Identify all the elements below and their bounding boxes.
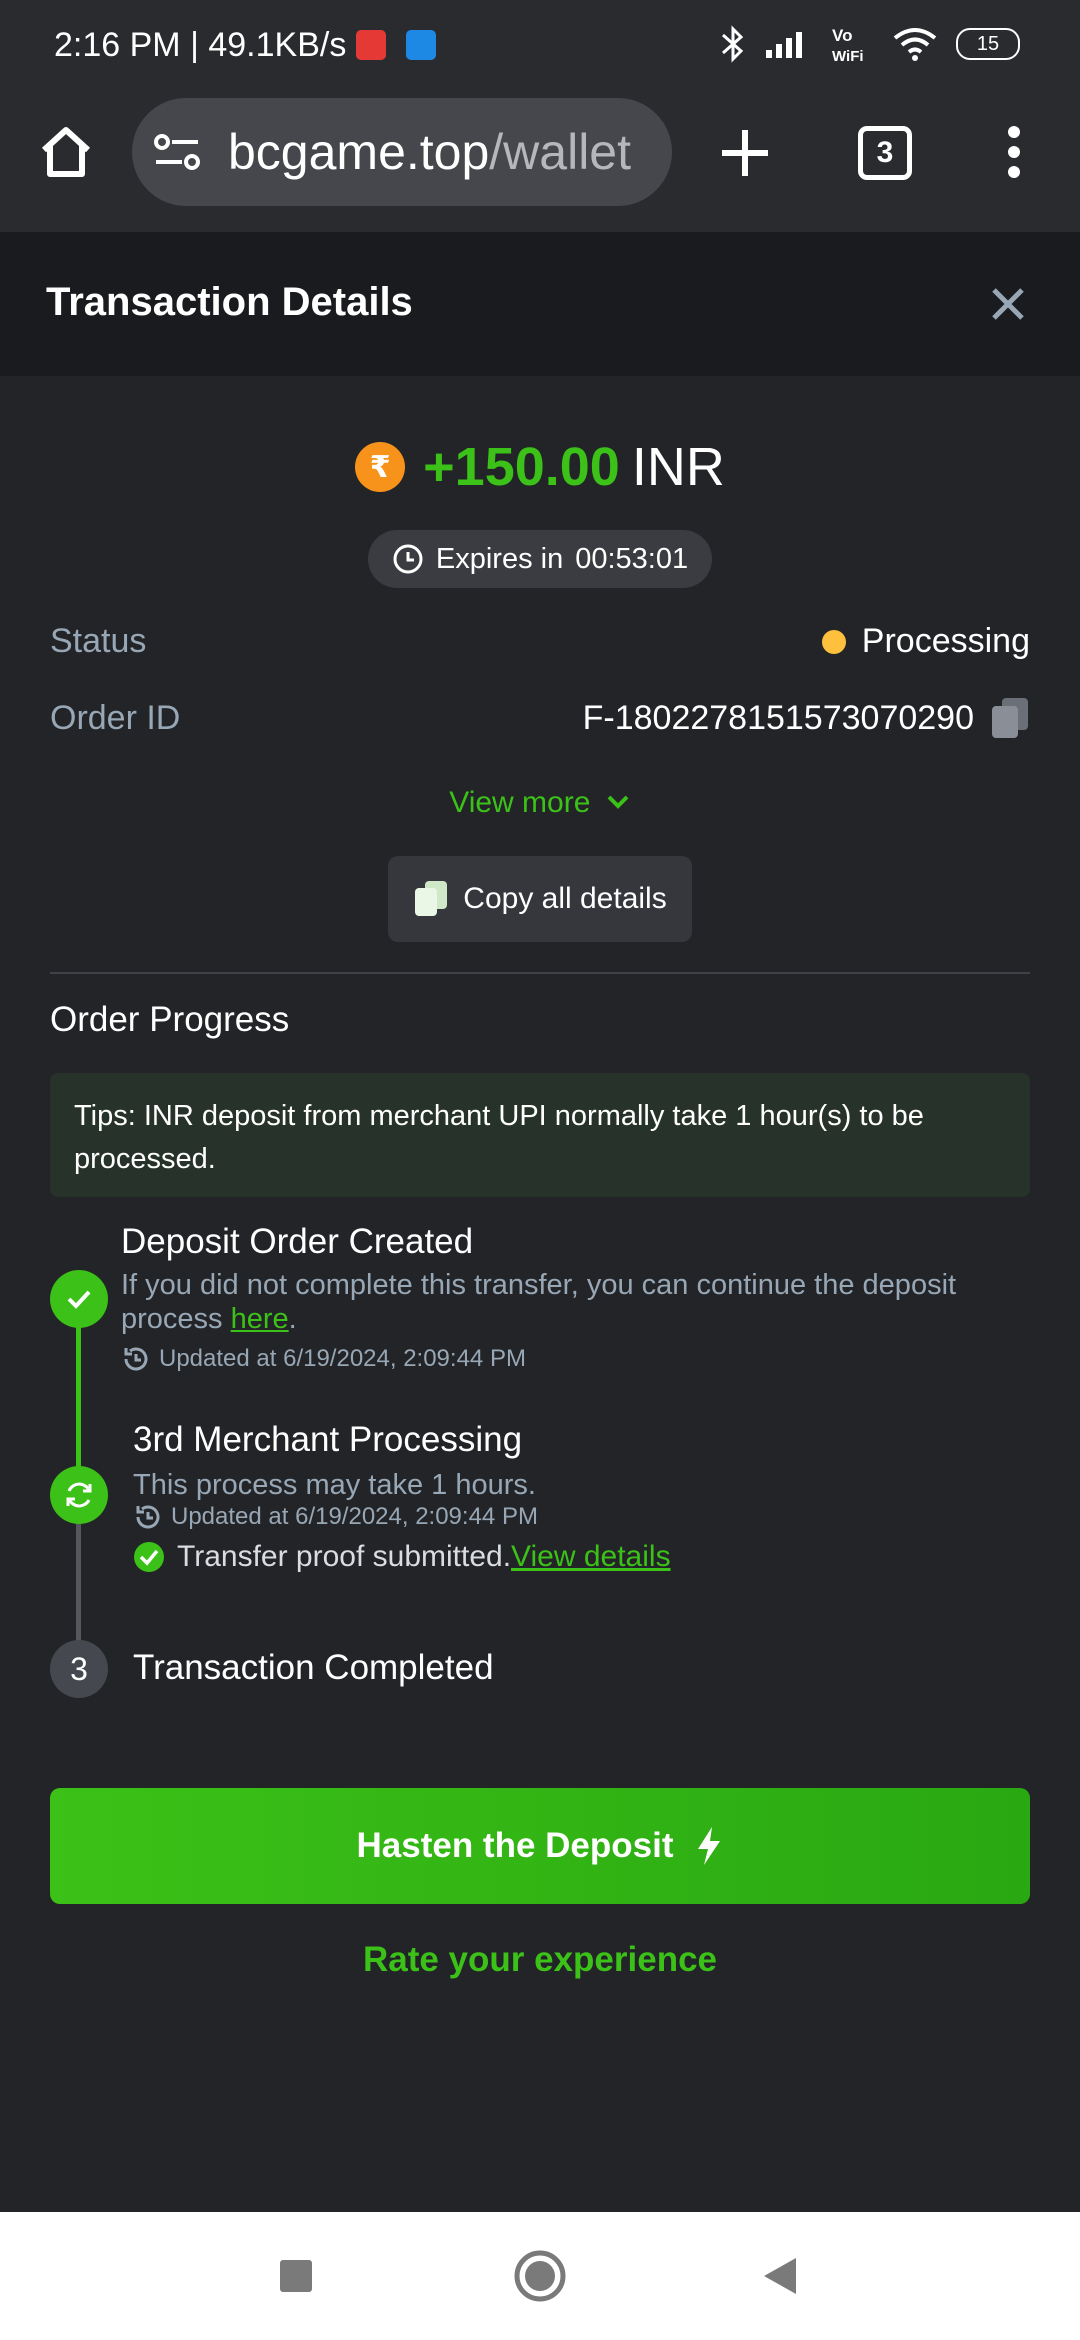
- close-icon[interactable]: [980, 276, 1036, 332]
- step-2-updated-text: Updated at 6/19/2024, 2:09:44 PM: [171, 1503, 538, 1530]
- home-icon[interactable]: [36, 122, 96, 182]
- proof-text: Transfer proof submitted.: [177, 1540, 512, 1573]
- continue-deposit-link[interactable]: here: [231, 1303, 289, 1335]
- currency-code: INR: [631, 437, 725, 497]
- browser-toolbar: bcgame.top/wallet 3: [0, 96, 1080, 232]
- copy-icon[interactable]: [990, 696, 1030, 740]
- tab-switcher-button[interactable]: 3: [858, 126, 912, 180]
- step-2-processing: [50, 1466, 108, 1524]
- order-id-value: F-1802278151573070290: [582, 698, 974, 737]
- rupee-coin-icon: ₹: [355, 442, 406, 492]
- address-bar[interactable]: bcgame.top/wallet: [132, 98, 672, 206]
- order-id-row: Order ID F-1802278151573070290: [50, 696, 1030, 740]
- status-value: Processing: [861, 622, 1030, 660]
- expires-time: 00:53:01: [575, 542, 689, 575]
- vowifi-icon: Vo WiFi: [832, 26, 864, 64]
- back-nav-icon[interactable]: [760, 2256, 800, 2296]
- step-3-pending: 3: [50, 1640, 108, 1698]
- site-settings-icon[interactable]: [154, 132, 200, 172]
- currency-symbol: ₹: [369, 450, 391, 484]
- hasten-deposit-button[interactable]: Hasten the Deposit: [50, 1788, 1030, 1904]
- bluetooth-icon: [722, 25, 744, 63]
- divider: [50, 972, 1030, 974]
- clock-icon: [393, 544, 423, 574]
- expires-label: Expires in: [435, 542, 564, 575]
- page-title: Transaction Details: [46, 280, 413, 324]
- signal-icon: [766, 32, 802, 58]
- check-circle-icon: [134, 1542, 164, 1572]
- battery-indicator: 15: [956, 28, 1020, 60]
- lightning-icon: [697, 1827, 720, 1865]
- svg-text:Vo: Vo: [832, 26, 852, 45]
- refresh-icon: [66, 1482, 92, 1508]
- step-1-description: If you did not complete this transfer, y…: [121, 1268, 1021, 1336]
- step-1-title: Deposit Order Created: [121, 1222, 474, 1261]
- amount-value: +150.00: [423, 437, 620, 497]
- system-navigation-bar: [0, 2212, 1080, 2340]
- notification-app-icon: [356, 30, 386, 60]
- copy-all-button[interactable]: Copy all details: [388, 856, 692, 942]
- url-text: bcgame.top/wallet: [228, 123, 631, 181]
- more-menu-icon[interactable]: [1000, 124, 1028, 180]
- new-tab-icon[interactable]: [718, 126, 772, 180]
- expiry-badge: Expires in 00:53:01: [368, 530, 712, 588]
- step-3-title: Transaction Completed: [133, 1648, 494, 1687]
- step-1-check: [50, 1270, 108, 1328]
- dialog-header: Transaction Details: [0, 232, 1080, 376]
- status-label: Status: [50, 622, 147, 660]
- status-time: 2:16 PM | 49.1KB/s: [54, 26, 347, 64]
- chevron-down-icon: [607, 795, 629, 809]
- step-1-updated-text: Updated at 6/19/2024, 2:09:44 PM: [159, 1345, 526, 1372]
- hasten-label: Hasten the Deposit: [356, 1826, 674, 1865]
- wifi-icon: [893, 28, 937, 61]
- status-row: Status Processing: [50, 622, 1030, 661]
- tips-box: Tips: INR deposit from merchant UPI norm…: [50, 1073, 1030, 1197]
- step-2-updated: Updated at 6/19/2024, 2:09:44 PM: [133, 1502, 538, 1532]
- check-icon: [67, 1290, 91, 1309]
- timeline-line-done: [76, 1300, 81, 1490]
- order-progress-title: Order Progress: [50, 1000, 290, 1039]
- svg-text:WiFi: WiFi: [832, 48, 864, 64]
- step-3-number: 3: [70, 1650, 88, 1687]
- view-details-link[interactable]: View details: [511, 1540, 671, 1573]
- battery-level: 15: [976, 32, 1000, 55]
- url-host: bcgame.top: [228, 124, 490, 180]
- order-id-label: Order ID: [50, 698, 181, 737]
- view-more-link[interactable]: View more: [0, 786, 1080, 820]
- tab-count: 3: [876, 136, 894, 169]
- step-2-description: This process may take 1 hours.: [133, 1469, 536, 1501]
- notification-app-icon-2: [406, 30, 436, 60]
- transfer-proof-status: Transfer proof submitted.View details: [133, 1540, 671, 1574]
- recent-apps-icon[interactable]: [278, 2258, 314, 2294]
- step-1-updated: Updated at 6/19/2024, 2:09:44 PM: [121, 1344, 526, 1374]
- url-path: /wallet: [489, 124, 632, 180]
- view-more-label: View more: [449, 786, 591, 819]
- status-dot: [821, 629, 846, 654]
- copy-all-label: Copy all details: [463, 882, 667, 915]
- step-2-title: 3rd Merchant Processing: [133, 1420, 523, 1459]
- home-nav-icon[interactable]: [514, 2250, 566, 2302]
- rate-experience-link[interactable]: Rate your experience: [0, 1940, 1080, 1980]
- history-icon: [124, 1347, 148, 1371]
- amount-row: ₹ +150.00 INR: [0, 436, 1080, 498]
- history-icon: [136, 1505, 160, 1529]
- step-1-desc-end: .: [288, 1303, 297, 1335]
- copy-icon: [415, 881, 448, 916]
- status-bar: 2:16 PM | 49.1KB/s Vo WiFi 15: [0, 0, 1080, 96]
